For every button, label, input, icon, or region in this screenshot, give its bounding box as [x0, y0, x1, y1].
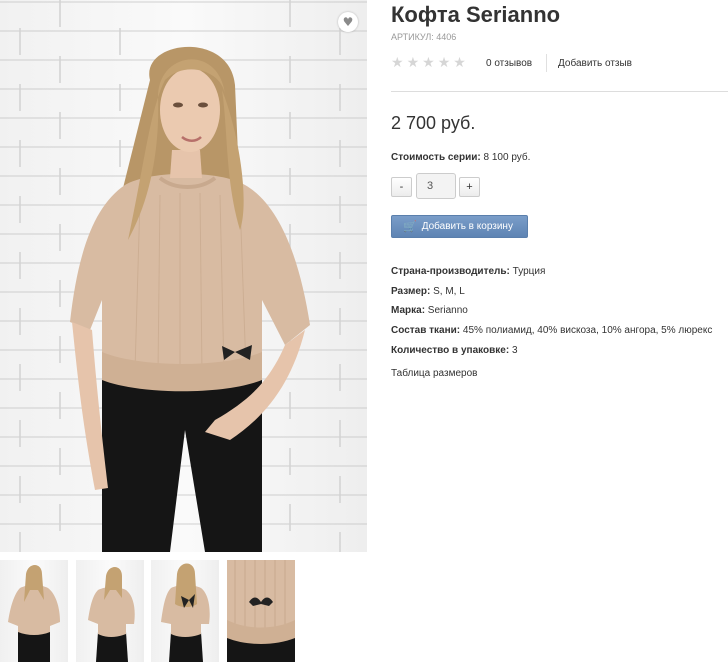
thumbnail-image	[8, 565, 60, 662]
series-price-value: 8 100 руб.	[480, 152, 531, 163]
spec-key: Состав ткани:	[391, 325, 461, 337]
spec-row-size: Размер: S, M, L	[391, 282, 712, 302]
spec-value: Турция	[509, 266, 546, 277]
thumbnail-3[interactable]	[151, 560, 219, 662]
product-specs: Страна-производитель: Турция Размер: S, …	[391, 262, 712, 361]
model-illustration	[19, 0, 341, 552]
thumbnail-strip	[0, 560, 367, 662]
spec-value: Serianno	[425, 305, 468, 317]
divider	[546, 54, 547, 72]
quantity-input[interactable]	[416, 173, 456, 199]
spec-value: 3	[509, 344, 518, 356]
quantity-decrement-button[interactable]: -	[391, 177, 412, 197]
spec-key: Страна-производитель:	[391, 266, 510, 277]
reviews-count-link[interactable]: 0 отзывов	[486, 58, 532, 69]
series-price: Стоимость серии: 8 100 руб.	[391, 152, 530, 163]
spec-row-fabric: Состав ткани: 45% полиамид, 40% вискоза,…	[391, 321, 712, 341]
spec-value: S, M, L	[430, 285, 465, 297]
star-icon[interactable]: ★	[391, 55, 404, 71]
quantity-increment-button[interactable]: +	[459, 177, 480, 197]
thumbnail-2[interactable]	[76, 560, 144, 662]
thumbnail-image	[88, 567, 135, 662]
divider	[391, 91, 728, 92]
spec-row-pack-quantity: Количество в упаковке: 3	[391, 341, 712, 361]
rating-stars[interactable]: ★ ★ ★ ★ ★	[391, 55, 466, 71]
thumbnail-image	[161, 563, 210, 662]
thumbnail-4[interactable]	[227, 560, 295, 662]
favorite-button[interactable]: ♥	[338, 12, 358, 32]
spec-row-country: Страна-производитель: Турция	[391, 262, 712, 282]
main-product-photo[interactable]: ♥	[0, 0, 367, 552]
heart-icon: ♥	[342, 15, 354, 29]
product-price: 2 700 руб.	[391, 113, 476, 133]
star-icon[interactable]: ★	[438, 55, 451, 71]
spec-key: Размер:	[391, 285, 431, 297]
cart-icon: 🛒	[403, 220, 417, 233]
product-title: Кофта Serianno	[391, 2, 561, 27]
spec-key: Количество в упаковке:	[391, 344, 510, 356]
product-sku: АРТИКУЛ: 4406	[391, 32, 457, 42]
series-price-label: Стоимость серии:	[391, 152, 481, 163]
spec-key: Марка:	[391, 305, 426, 317]
spec-value: 45% полиамид, 40% вискоза, 10% ангора, 5…	[460, 325, 713, 337]
thumbnail-image	[227, 560, 295, 662]
star-icon[interactable]: ★	[453, 55, 466, 71]
add-to-cart-button[interactable]: 🛒 Добавить в корзину	[391, 215, 528, 238]
size-table-link[interactable]: Таблица размеров	[391, 368, 477, 379]
star-icon[interactable]: ★	[422, 55, 435, 71]
add-to-cart-label: Добавить в корзину	[421, 221, 513, 232]
add-review-link[interactable]: Добавить отзыв	[558, 58, 632, 69]
star-icon[interactable]: ★	[407, 55, 420, 71]
spec-row-brand: Марка: Serianno	[391, 301, 712, 321]
thumbnail-1[interactable]	[0, 560, 68, 662]
